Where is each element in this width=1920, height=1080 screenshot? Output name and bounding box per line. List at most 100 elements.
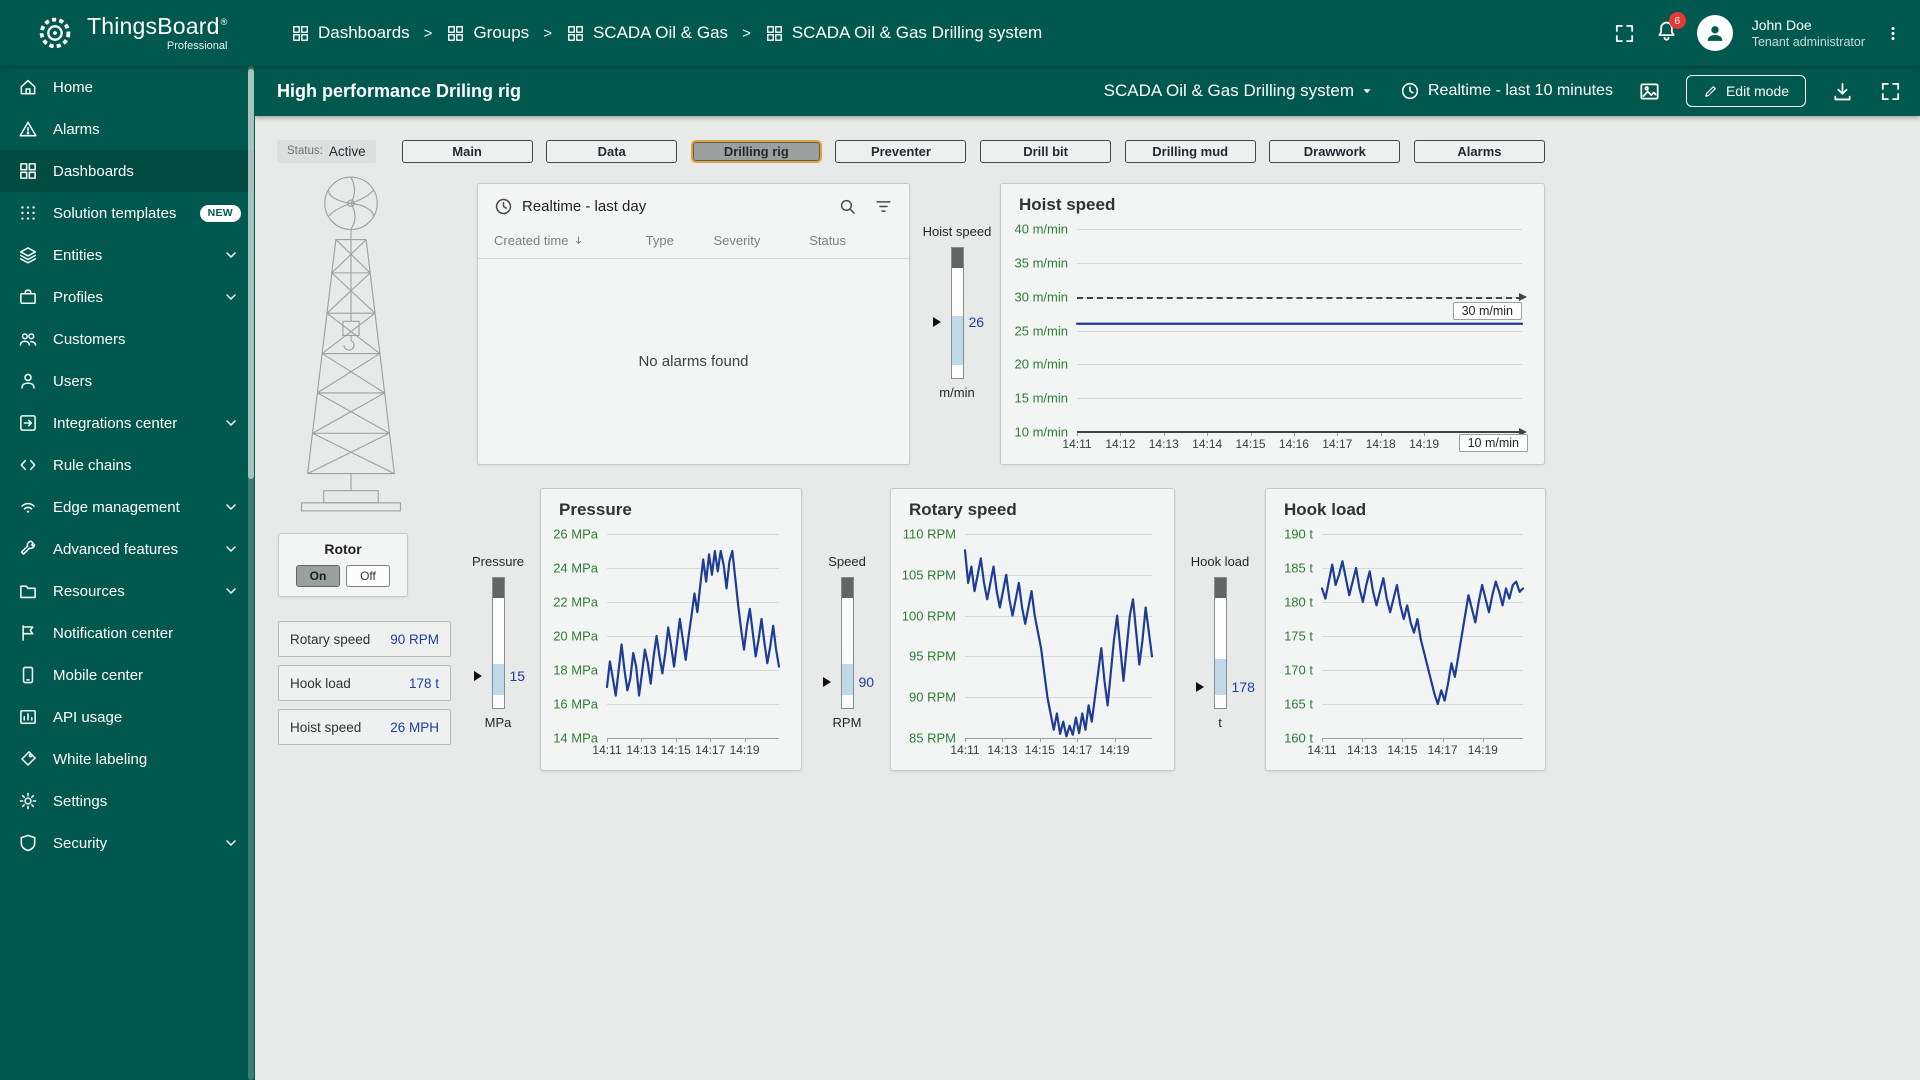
gauge-value: 90 — [858, 674, 875, 690]
y-axis-label: 26 MPa — [553, 526, 598, 542]
chevron-down-icon — [221, 539, 241, 559]
rotor-on-button[interactable]: On — [296, 565, 340, 587]
sidebar-item-api-usage[interactable]: API usage — [0, 696, 255, 738]
threshold-line — [1077, 296, 1522, 299]
api-usage-icon — [18, 707, 38, 727]
state-button-drilling-rig[interactable]: Drilling rig — [690, 139, 822, 163]
axis-tick — [1322, 738, 1323, 742]
drilling-rig-schematic — [301, 176, 401, 512]
alarm-column-created-time[interactable]: Created time — [494, 233, 646, 248]
chart-title: Hook load — [1284, 500, 1367, 519]
gauge-pointer[interactable] — [932, 316, 946, 327]
gauge-pointer[interactable] — [822, 677, 836, 687]
sidebar-item-label: Notification center — [53, 624, 174, 642]
dashboard-state-select[interactable]: SCADA Oil & Gas Drilling system — [1104, 81, 1375, 101]
state-button-data[interactable]: Data — [546, 139, 678, 163]
alarms-table-header: Created time Type Severity Status — [478, 225, 909, 259]
expand-dashboard-icon[interactable] — [1879, 80, 1902, 103]
breadcrumb-item-dashboards[interactable]: Dashboards — [291, 23, 410, 43]
search-icon[interactable] — [838, 197, 857, 216]
x-axis-label: 14:19 — [1099, 743, 1130, 757]
sidebar-item-rule-chains[interactable]: Rule chains — [0, 444, 255, 486]
sidebar-item-mobile-center[interactable]: Mobile center — [0, 654, 255, 696]
chevron-down-icon — [221, 287, 241, 307]
gauge-track[interactable]: 26 — [932, 247, 984, 379]
sidebar-item-notification-center[interactable]: Notification center — [0, 612, 255, 654]
gauge-zone — [1214, 658, 1226, 695]
fullscreen-icon[interactable] — [1613, 22, 1636, 45]
gauge-track[interactable]: 15 — [473, 577, 525, 709]
series-line — [1077, 229, 1522, 432]
gauge-track[interactable]: 178 — [1195, 577, 1255, 709]
sidebar-item-settings[interactable]: Settings — [0, 780, 255, 822]
sidebar-item-integrations-center[interactable]: Integrations center — [0, 402, 255, 444]
sidebar-item-entities[interactable]: Entities — [0, 234, 255, 276]
thingsboard-logo[interactable]: ThingsBoard® Professional — [0, 12, 255, 54]
sidebar-item-label: Entities — [53, 246, 103, 264]
chart-body: 26 MPa 24 MPa 22 MPa 20 MPa 18 MPa 16 MPa 14 M… — [553, 524, 789, 764]
rule-chains-icon — [18, 455, 38, 475]
sidebar-item-profiles[interactable]: Profiles — [0, 276, 255, 318]
state-button-main[interactable]: Main — [401, 139, 533, 163]
rotor-off-button[interactable]: Off — [346, 565, 390, 587]
sidebar-item-users[interactable]: Users — [0, 360, 255, 402]
sidebar-item-label: Dashboards — [53, 162, 134, 180]
gauge-unit: RPM — [832, 715, 862, 730]
timewindow-button[interactable]: Realtime - last 10 minutes — [1400, 81, 1613, 101]
state-button-drilling-mud[interactable]: Drilling mud — [1124, 139, 1256, 163]
x-axis-label: 14:17 — [1322, 437, 1353, 451]
sidebar-item-label: Users — [53, 372, 93, 390]
axis-tick — [1402, 738, 1404, 742]
sidebar-item-resources[interactable]: Resources — [0, 570, 255, 612]
notifications-button[interactable]: 6 — [1655, 12, 1686, 47]
status-chip: Status: Active — [277, 139, 376, 163]
gauge-pointer[interactable] — [1195, 681, 1209, 692]
state-button-alarms[interactable]: Alarms — [1413, 139, 1545, 163]
image-icon[interactable] — [1638, 80, 1661, 103]
state-button-drill-bit[interactable]: Drill bit — [980, 139, 1112, 163]
sidebar-item-white-labeling[interactable]: White labeling — [0, 738, 255, 780]
sidebar-item-advanced-features[interactable]: Advanced features — [0, 528, 255, 570]
sidebar-scrollbar[interactable] — [248, 66, 254, 1080]
sidebar-item-alarms[interactable]: Alarms — [0, 108, 255, 150]
alarms-timewindow[interactable]: Realtime - last day — [522, 198, 646, 215]
sidebar-item-solution-templates[interactable]: Solution templates NEW — [0, 192, 255, 234]
axis-tick — [744, 738, 746, 742]
filter-icon[interactable] — [874, 197, 893, 216]
alarm-column-severity[interactable]: Severity — [713, 233, 809, 248]
state-button-drawwork[interactable]: Drawwork — [1269, 139, 1401, 163]
edit-mode-button[interactable]: Edit mode — [1685, 75, 1806, 107]
gauge-track[interactable]: 90 — [822, 577, 874, 709]
download-icon[interactable] — [1831, 80, 1854, 103]
caret-down-icon — [1359, 83, 1375, 99]
sidebar-item-edge-management[interactable]: Edge management — [0, 486, 255, 528]
chart-title: Pressure — [559, 500, 632, 519]
sidebar-menu: Home Alarms Dashboards Solution templates NE… — [0, 66, 255, 864]
alarm-column-type[interactable]: Type — [646, 233, 714, 248]
top-header: ThingsBoard® Professional Dashboards > Gro… — [0, 0, 1920, 66]
sidebar-item-label: Security — [53, 834, 108, 852]
hook-load-gauge: Hook load 178 t — [1182, 554, 1258, 730]
alarm-column-status[interactable]: Status — [809, 233, 893, 248]
scrollbar-thumb[interactable] — [248, 69, 254, 479]
sidebar-item-home[interactable]: Home — [0, 66, 255, 108]
avatar[interactable] — [1696, 15, 1733, 51]
x-axis-label: 14:11 — [1062, 437, 1092, 451]
kebab-menu-icon[interactable] — [1884, 22, 1902, 45]
breadcrumb-item-scada-oil-gas-drilling-system[interactable]: SCADA Oil & Gas Drilling system — [765, 23, 1042, 43]
sidebar-item-security[interactable]: Security — [0, 822, 255, 864]
sidebar-item-dashboards[interactable]: Dashboards — [0, 150, 255, 192]
x-axis-label: 14:12 — [1105, 437, 1136, 451]
state-button-preventer[interactable]: Preventer — [835, 139, 967, 163]
gauge-pointer[interactable] — [473, 670, 487, 681]
sidebar-item-customers[interactable]: Customers — [0, 318, 255, 360]
axis-tick — [607, 738, 608, 742]
breadcrumb-item-scada-oil-gas[interactable]: SCADA Oil & Gas — [566, 23, 728, 43]
breadcrumb-item-groups[interactable]: Groups — [446, 23, 529, 43]
state-select-value: SCADA Oil & Gas Drilling system — [1103, 81, 1354, 100]
y-axis-label: 180 t — [1284, 594, 1313, 610]
y-axis-label: 14 MPa — [553, 730, 598, 746]
gauge-title: Pressure — [471, 554, 525, 569]
y-axis-label: 24 MPa — [553, 560, 598, 576]
sidebar-item-label: Settings — [53, 792, 108, 810]
